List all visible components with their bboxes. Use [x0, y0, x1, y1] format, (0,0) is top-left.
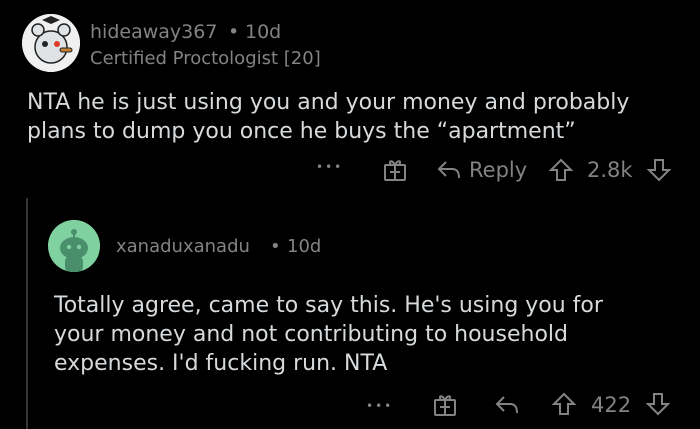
user-avatar[interactable] — [48, 220, 100, 272]
score: 422 — [591, 393, 632, 417]
upvote-icon[interactable] — [548, 157, 574, 187]
award-icon[interactable] — [382, 157, 408, 187]
comment-username[interactable]: hideaway367 — [90, 21, 217, 43]
downvote-icon[interactable] — [645, 391, 671, 421]
comment-time: 10d — [245, 21, 282, 43]
score: 2.8k — [587, 158, 633, 182]
comment-time: 10d — [287, 236, 322, 257]
reply-icon[interactable] — [494, 393, 520, 421]
reply-button[interactable]: Reply — [469, 158, 527, 182]
reply-icon[interactable] — [436, 158, 462, 186]
comment-username[interactable]: xanaduxanadu — [116, 236, 250, 257]
user-avatar[interactable] — [22, 14, 80, 72]
upvote-icon[interactable] — [551, 391, 577, 421]
more-options-button[interactable]: ••• — [316, 160, 343, 174]
more-options-button[interactable]: ••• — [366, 399, 393, 413]
comment-body: NTA he is just using you and your money … — [27, 90, 630, 144]
downvote-icon[interactable] — [646, 157, 672, 187]
separator-dot: • — [228, 21, 240, 43]
separator-dot: • — [270, 236, 281, 257]
comment-body: Totally agree, came to say this. He's us… — [54, 293, 603, 376]
award-icon[interactable] — [432, 392, 458, 422]
user-flair: Certified Proctologist [20] — [90, 48, 321, 69]
thread-line[interactable] — [26, 198, 28, 429]
